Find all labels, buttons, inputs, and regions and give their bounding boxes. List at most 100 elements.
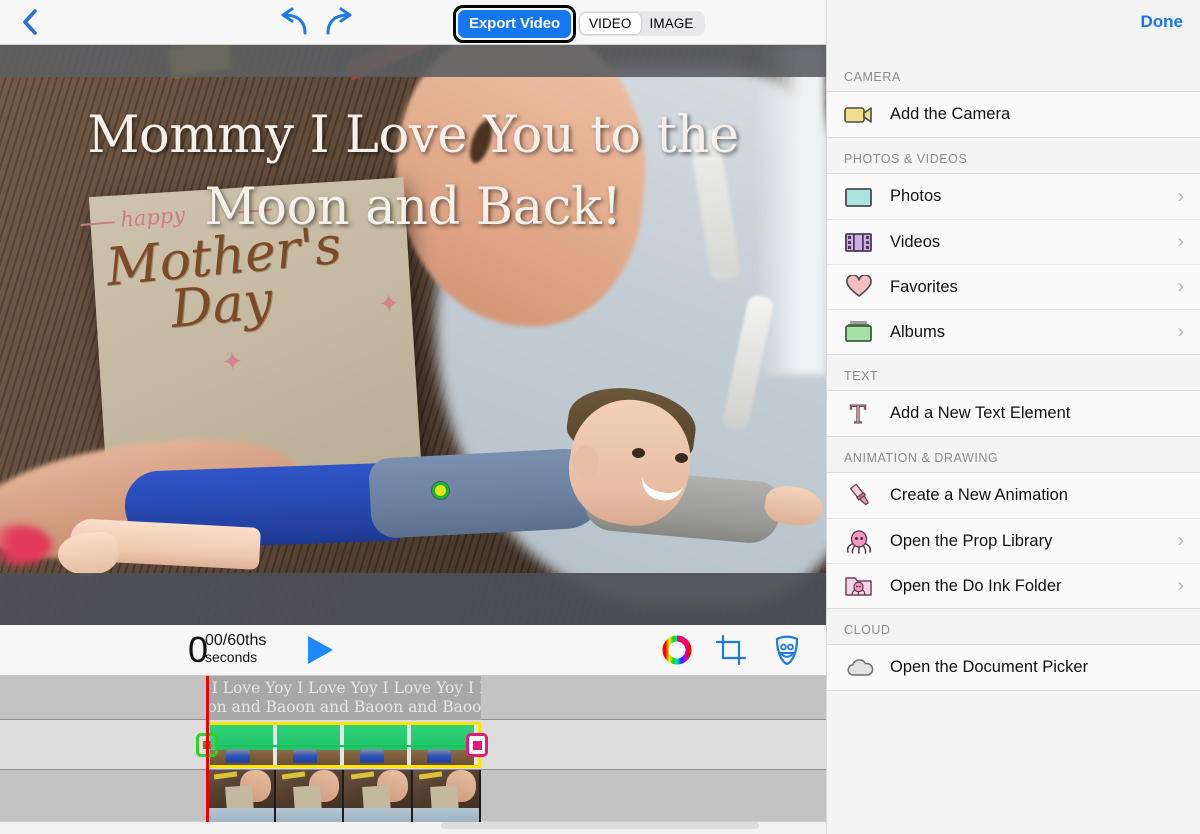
photo-icon [844, 182, 878, 212]
menu-item-favorites[interactable]: Favorites › [827, 264, 1200, 309]
menu-item-create-a-new-animation[interactable]: Create a New Animation [827, 473, 1200, 518]
undo-icon [281, 7, 307, 35]
paintbrush-icon [844, 481, 878, 511]
film-frame [344, 770, 413, 822]
text-clip-line-2: oon and Baoon and Baoon and Baoon and [207, 698, 481, 716]
section-rows-animation-drawing: Create a New Animation Open the Prop Lib… [827, 472, 1200, 609]
color-wheel-icon[interactable] [660, 633, 694, 667]
menu-item-label: Favorites [890, 277, 958, 296]
panel-header: Done [827, 0, 1200, 56]
section-header-text: TEXT [827, 355, 1200, 390]
redo-button[interactable] [320, 7, 358, 39]
film-frame-card [361, 784, 391, 812]
film-frame-mat [275, 808, 342, 822]
sparkle-icon-1: ✦ [220, 345, 245, 378]
menu-item-label: Create a New Animation [890, 486, 1068, 504]
section-header-camera: CAMERA [827, 56, 1200, 91]
menu-item-open-the-document-picker[interactable]: Open the Document Picker [827, 645, 1200, 690]
video-clip-selected[interactable] [207, 722, 481, 768]
video-camera-icon [844, 100, 878, 130]
boy-fingers [56, 530, 120, 578]
chroma-key-line [210, 745, 478, 747]
timeline-track-text[interactable]: y I Love Yoy I Love Yoy I Love Yoy I Lov… [0, 676, 826, 720]
section-rows-photos-videos: Photos › Videos › Favorites › Albums › [827, 173, 1200, 355]
film-frame [275, 770, 344, 822]
trim-handle-right[interactable] [466, 733, 488, 757]
undo-button[interactable] [275, 7, 313, 39]
film-frame-card [224, 784, 254, 812]
redo-icon [326, 7, 352, 35]
chevron-right-icon: › [1177, 231, 1184, 253]
boy-eye-right [675, 453, 688, 463]
editor-area: Export Video VIDEO IMAGE happy Mother's [0, 0, 826, 834]
boy-ear [573, 445, 599, 479]
menu-item-label: Open the Prop Library [890, 531, 1053, 550]
menu-item-label: Photos [890, 187, 942, 205]
film-frame [207, 770, 276, 822]
back-button[interactable] [12, 4, 48, 40]
top-toolbar: Export Video VIDEO IMAGE [0, 0, 826, 45]
export-video-button[interactable]: Export Video [458, 10, 572, 39]
film-strip-icon [844, 227, 878, 257]
menu-item-add-the-camera[interactable]: Add the Camera [827, 92, 1200, 137]
chevron-right-icon: › [1177, 276, 1184, 298]
menu-item-label: Add the Camera [890, 105, 1011, 123]
chevron-left-icon [23, 9, 37, 35]
film-frame-mat [412, 808, 479, 822]
menu-item-label: Videos [890, 232, 941, 251]
menu-item-label: Albums [890, 322, 946, 341]
menu-item-add-a-new-text-element[interactable]: T Add a New Text Element [827, 391, 1200, 436]
cloud-icon [844, 653, 878, 683]
play-button[interactable] [308, 636, 333, 664]
folder-octopus-icon [844, 571, 878, 601]
film-frame-marker [350, 771, 374, 780]
done-button[interactable]: Done [1141, 12, 1184, 32]
menu-item-label: Open the Do Ink Folder [890, 576, 1062, 595]
section-rows-camera: Add the Camera [827, 91, 1200, 138]
heart-icon [844, 272, 878, 302]
film-frame-marker [418, 771, 442, 780]
menu-item-photos[interactable]: Photos › [827, 174, 1200, 219]
do-ink-video-editor: Export Video VIDEO IMAGE happy Mother's [0, 0, 1200, 834]
background-film-clip[interactable] [207, 770, 481, 822]
chevron-right-icon: › [1177, 575, 1184, 597]
timeline[interactable]: y I Love Yoy I Love Yoy I Love Yoy I Lov… [0, 676, 826, 834]
octopus-icon [844, 526, 878, 556]
time-frames-value: 00/60ths [205, 632, 267, 649]
preview-canvas[interactable]: happy Mother's Day ✦ ✦ Mommy I Love You … [0, 45, 826, 625]
text-t-icon: T [844, 399, 878, 429]
film-frame-mat [344, 808, 411, 822]
time-unit-label: seconds [205, 649, 258, 665]
chevron-right-icon: › [1177, 530, 1184, 552]
segment-video[interactable]: VIDEO [580, 13, 641, 34]
menu-item-albums[interactable]: Albums › [827, 309, 1200, 354]
export-video-highlight: Export Video [453, 5, 577, 44]
playback-bar: 0 00/60ths seconds [0, 625, 826, 676]
film-frame-mat [207, 808, 274, 822]
menu-item-label: Open the Document Picker [890, 658, 1089, 676]
video-image-segmented-control[interactable]: VIDEO IMAGE [578, 11, 705, 36]
boy-eye-left [632, 448, 645, 458]
film-frame [412, 770, 481, 822]
chevron-right-icon: › [1177, 186, 1184, 207]
segment-image[interactable]: IMAGE [641, 13, 703, 34]
film-frame-card [293, 784, 322, 812]
sparkle-icon-2: ✦ [377, 287, 401, 320]
film-frame-marker [281, 771, 305, 780]
menu-item-videos[interactable]: Videos › [827, 219, 1200, 264]
boy-selection-handle[interactable] [432, 482, 449, 499]
card-mothers-day-text: Mother's Day [104, 215, 348, 340]
timeline-horizontal-scrollbar[interactable] [441, 822, 759, 829]
playhead[interactable] [206, 676, 209, 822]
chevron-right-icon: › [1177, 321, 1184, 343]
card-day-word: Day [168, 270, 276, 340]
text-clip[interactable]: y I Love Yoy I Love Yoy I Love Yoy I Lov… [207, 676, 481, 720]
albums-icon [844, 317, 878, 347]
menu-item-open-the-do-ink-folder[interactable]: Open the Do Ink Folder › [827, 563, 1200, 608]
svg-text:T: T [850, 401, 866, 427]
crop-icon[interactable] [714, 633, 748, 667]
menu-item-open-the-prop-library[interactable]: Open the Prop Library › [827, 518, 1200, 563]
section-header-photos-videos: PHOTOS & VIDEOS [827, 138, 1200, 173]
mask-icon[interactable] [770, 633, 804, 667]
boy-cutout[interactable] [30, 375, 826, 605]
